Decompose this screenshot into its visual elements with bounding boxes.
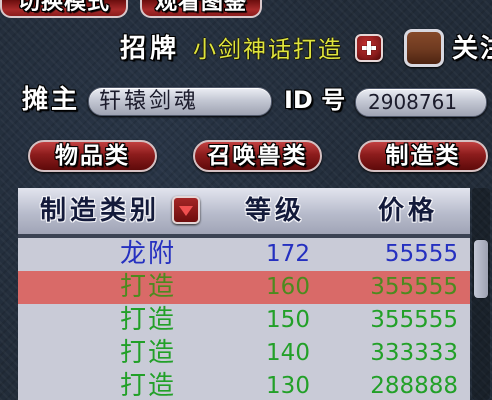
plus-icon: [357, 36, 381, 60]
row-level: 160: [266, 274, 310, 300]
tab-crafting-label: 制造类: [385, 143, 461, 169]
stall-window: 切换模式 观看图鉴 招牌 小剑神话打造 关注 摊主 轩辕剑魂 ID 号 2908…: [0, 0, 492, 400]
tab-view-atlas[interactable]: 观看图鉴: [140, 0, 262, 18]
row-level: 172: [266, 241, 310, 267]
tab-switch-mode-label: 切换模式: [17, 0, 110, 15]
category-filter-dropdown[interactable]: [172, 196, 200, 224]
signboard-label: 招牌: [120, 34, 181, 64]
stall-id-value: 2908761: [368, 90, 458, 114]
listing-table: 制造类别 等级 价格 龙附 172 55555 打造 160 355555 打造…: [18, 188, 470, 400]
tab-crafting[interactable]: 制造类: [358, 140, 488, 172]
tab-switch-mode[interactable]: 切换模式: [0, 0, 128, 18]
row-category: 打造: [119, 371, 176, 400]
tab-items-label: 物品类: [55, 143, 130, 169]
tab-items[interactable]: 物品类: [28, 140, 157, 172]
tab-summoned-beasts[interactable]: 召唤兽类: [193, 140, 322, 172]
row-price: 333333: [370, 340, 458, 366]
row-price: 355555: [370, 307, 458, 333]
row-price: 288888: [370, 373, 458, 399]
column-header-level: 等级: [245, 196, 306, 226]
row-category: 打造: [119, 305, 176, 335]
signboard-value: 小剑神话打造: [193, 37, 343, 63]
stall-owner-field: 轩辕剑魂: [88, 87, 272, 116]
table-row[interactable]: 打造 130 288888: [18, 370, 470, 400]
signboard-edit-button[interactable]: [355, 34, 383, 62]
table-row[interactable]: 打造 150 355555: [18, 304, 470, 337]
scrollbar-thumb[interactable]: [474, 240, 488, 298]
tab-view-atlas-label: 观看图鉴: [154, 0, 247, 15]
table-row[interactable]: 打造 140 333333: [18, 337, 470, 370]
triangle-down-icon: [179, 206, 193, 216]
row-price: 55555: [384, 241, 458, 267]
stall-id-field: 2908761: [355, 88, 487, 117]
row-level: 140: [266, 340, 310, 366]
follow-label: 关注: [452, 34, 492, 64]
row-level: 150: [266, 307, 310, 333]
table-row[interactable]: 打造 160 355555: [18, 271, 470, 304]
stall-id-label: ID 号: [284, 86, 346, 114]
row-category: 打造: [119, 272, 176, 302]
column-header-category: 制造类别: [40, 196, 161, 226]
follow-checkbox[interactable]: [404, 29, 444, 67]
row-price: 355555: [370, 274, 458, 300]
tab-summoned-beasts-label: 召唤兽类: [207, 143, 308, 169]
column-header-price: 价格: [378, 196, 439, 226]
stall-owner-label: 摊主: [22, 85, 81, 115]
table-header: 制造类别 等级 价格: [18, 188, 470, 234]
row-category: 龙附: [119, 239, 176, 269]
table-row[interactable]: 龙附 172 55555: [18, 238, 470, 271]
row-category: 打造: [119, 338, 176, 368]
stall-owner-value: 轩辕剑魂: [99, 89, 200, 114]
row-level: 130: [266, 373, 310, 399]
